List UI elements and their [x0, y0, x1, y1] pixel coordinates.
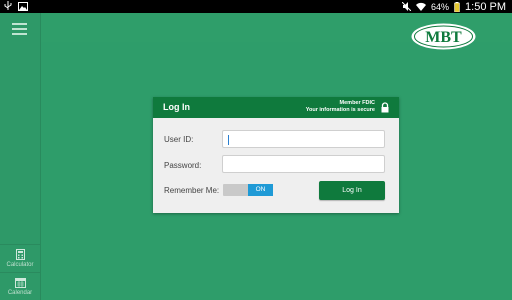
mbt-logo: MBT	[411, 23, 476, 50]
toggle-state: ON	[248, 184, 273, 196]
login-card-header: Log In Member FDIC Your information is s…	[153, 97, 399, 118]
login-title: Log In	[163, 102, 190, 112]
password-field[interactable]	[222, 155, 385, 173]
remember-me-label: Remember Me:	[164, 186, 220, 195]
password-label: Password:	[164, 161, 202, 170]
sidebar-item-label: Calculator	[6, 262, 34, 268]
sidebar-item-calendar[interactable]: Calendar	[0, 272, 40, 300]
lock-icon	[381, 102, 389, 113]
fdic-line2: Your information is secure	[305, 107, 375, 113]
clock: 1:50 PM	[465, 0, 506, 13]
wifi-icon	[416, 2, 427, 11]
battery-percent: 64%	[431, 1, 450, 12]
mute-icon	[402, 2, 412, 11]
sidebar-item-calculator[interactable]: Calculator	[0, 244, 40, 272]
fdic-line1: Member FDIC	[339, 100, 375, 106]
user-id-label: User ID:	[164, 135, 194, 144]
battery-icon	[454, 1, 460, 12]
user-id-field[interactable]	[222, 130, 385, 148]
sidebar-item-label: Calendar	[7, 290, 33, 296]
login-button[interactable]: Log In	[319, 181, 385, 200]
text-caret	[228, 135, 229, 145]
calculator-icon	[15, 249, 25, 260]
fdic-notice: Member FDIC Your information is secure	[306, 100, 375, 114]
login-card: Log In Member FDIC Your information is s…	[153, 97, 399, 213]
remember-me-toggle[interactable]: ON	[223, 184, 273, 196]
sidebar: Calculator Calendar	[0, 13, 41, 300]
image-notification-icon	[18, 1, 28, 11]
usb-icon	[4, 1, 12, 10]
logo-text: MBT	[425, 29, 462, 46]
calendar-icon	[14, 278, 26, 288]
status-bar: 64% 1:50 PM	[0, 0, 512, 13]
menu-icon[interactable]	[12, 23, 27, 35]
